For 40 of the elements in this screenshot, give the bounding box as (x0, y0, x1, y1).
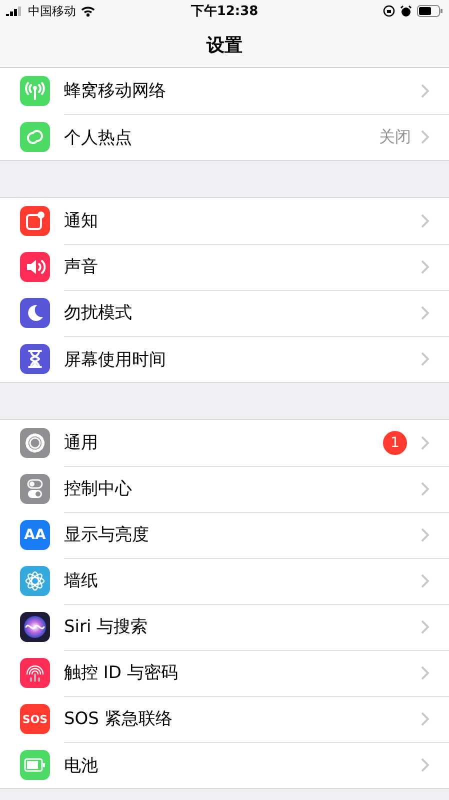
app-icon: SOS (20, 704, 50, 734)
setting-label[interactable]: 个人热点 (64, 126, 379, 148)
notification-badge: 1 (383, 430, 407, 454)
app-icon: AA (20, 520, 50, 550)
chevron-icon (421, 620, 429, 634)
battery-icon (417, 5, 444, 17)
setting-label[interactable]: Siri 与搜索 (64, 615, 421, 638)
chevron-icon (421, 352, 429, 366)
setting-label[interactable]: SOS 紧急联络 (64, 707, 421, 730)
chevron-icon (421, 712, 429, 726)
chevron-icon (421, 666, 429, 680)
chevron-icon (421, 84, 429, 98)
chevron-icon (421, 436, 429, 450)
setting-label[interactable]: 声音 (64, 255, 421, 278)
status-time: 下午12:38 (190, 3, 258, 20)
setting-label[interactable]: 通知 (64, 209, 421, 232)
setting-label[interactable]: 触控 ID 与密码 (64, 661, 421, 684)
chevron-icon (421, 130, 429, 144)
setting-label[interactable]: 屏幕使用时间 (64, 348, 421, 370)
setting-label[interactable]: 控制中心 (64, 477, 421, 500)
setting-value: 关闭 (379, 126, 411, 148)
rotation-lock-icon (383, 5, 396, 17)
chevron-icon (421, 758, 429, 772)
wifi-icon (81, 6, 95, 16)
setting-label[interactable]: 电池 (64, 754, 421, 776)
nav-title: 设置 (205, 34, 244, 58)
setting-label[interactable]: 蜂窝移动网络 (64, 79, 421, 102)
setting-label[interactable]: 显示与亮度 (64, 523, 421, 546)
setting-label[interactable]: 通用 (64, 431, 383, 454)
alarm-icon (400, 5, 412, 17)
setting-label[interactable]: 墙纸 (64, 569, 421, 592)
chevron-icon (421, 306, 429, 320)
chevron-icon (421, 260, 429, 274)
carrier-name: 中国移动 (28, 2, 76, 20)
chevron-icon (421, 574, 429, 588)
signal-icon (6, 6, 23, 16)
chevron-icon (421, 214, 429, 228)
chevron-icon (421, 528, 429, 542)
chevron-icon (421, 482, 429, 496)
setting-label[interactable]: 勿扰模式 (64, 301, 421, 324)
